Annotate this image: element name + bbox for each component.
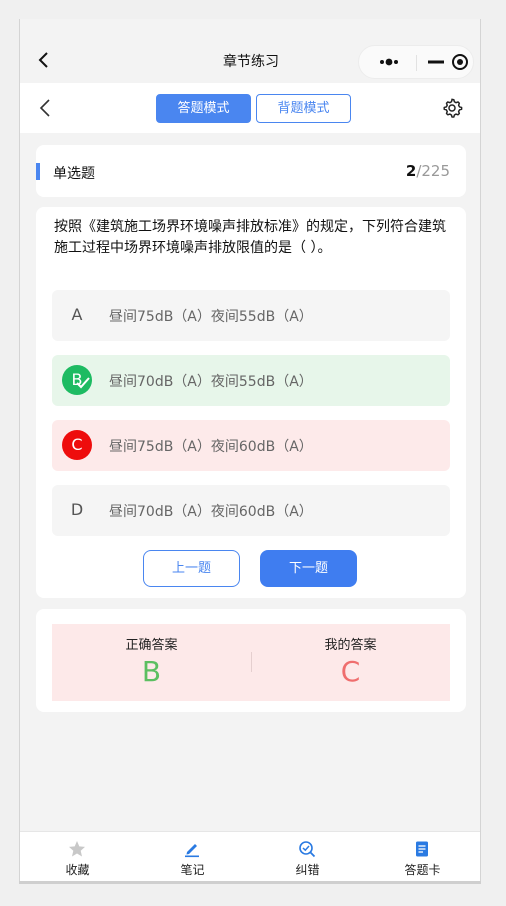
- correct-answer-label: 正确答案: [125, 638, 178, 653]
- mode-bar: 答题模式 背题模式: [20, 83, 480, 133]
- option-letter: A: [71, 305, 83, 324]
- total-questions: /225: [416, 162, 450, 180]
- search-correct-icon: [299, 841, 316, 858]
- current-question-number: 2: [405, 162, 417, 180]
- my-answer-label: 我的答案: [324, 638, 377, 653]
- option-text: 昼间70dB（A）夜间60dB（A）: [109, 504, 313, 520]
- option-c[interactable]: C 昼间75dB（A）夜间60dB（A）: [52, 420, 450, 471]
- tab-notes[interactable]: 笔记: [135, 832, 250, 883]
- question-card: 按照《建筑施工场界环境噪声排放标准》的规定，下列符合建筑施工过程中场界环境噪声排…: [36, 207, 466, 598]
- correct-answer-column: 正确答案 B: [52, 634, 251, 689]
- close-target-icon[interactable]: [449, 46, 471, 78]
- tab-answer-card[interactable]: 答题卡: [365, 832, 480, 883]
- answer-result-card: 正确答案 B 我的答案 C: [36, 609, 466, 712]
- option-text: 昼间70dB（A）夜间55dB（A）: [109, 374, 313, 390]
- correct-answer-value: B: [141, 655, 162, 688]
- navigation-bar: 章节练习: [20, 19, 480, 83]
- tab-error-report[interactable]: 纠错: [250, 832, 365, 883]
- tab-label: 收藏: [65, 863, 90, 877]
- tab-label: 笔记: [180, 863, 205, 877]
- question-type-label: 单选题: [53, 166, 95, 182]
- more-dots-icon[interactable]: [371, 46, 407, 78]
- option-letter: D: [70, 500, 84, 519]
- answer-mode-tab[interactable]: 答题模式: [156, 94, 251, 123]
- previous-question-button[interactable]: 上一题: [143, 550, 240, 587]
- capsule-divider: [416, 55, 417, 71]
- minimize-icon[interactable]: [425, 46, 447, 78]
- accent-bar: [36, 163, 40, 180]
- star-icon: [69, 841, 85, 857]
- back-chevron-icon[interactable]: [38, 99, 52, 117]
- recite-mode-tab[interactable]: 背题模式: [256, 94, 351, 123]
- answer-result-panel: 正确答案 B 我的答案 C: [52, 624, 450, 701]
- tab-label: 纠错: [295, 863, 320, 877]
- next-question-button[interactable]: 下一题: [260, 550, 357, 587]
- tab-label: 答题卡: [404, 863, 441, 877]
- option-letter: C: [62, 430, 92, 460]
- my-answer-value: C: [340, 655, 361, 688]
- option-a[interactable]: A 昼间75dB（A）夜间55dB（A）: [52, 290, 450, 341]
- option-d[interactable]: D 昼间70dB（A）夜间60dB（A）: [52, 485, 450, 536]
- question-progress: 2/225: [406, 162, 450, 180]
- answer-card-icon: [416, 841, 428, 857]
- check-mark-icon: [76, 377, 90, 389]
- bottom-tab-bar: 收藏 笔记 纠错 答题卡: [20, 831, 480, 883]
- option-text: 昼间75dB（A）夜间60dB（A）: [109, 439, 313, 455]
- option-text: 昼间75dB（A）夜间55dB（A）: [109, 309, 313, 325]
- tab-favorite[interactable]: 收藏: [20, 832, 135, 883]
- frame-bottom-shadow: [19, 881, 481, 884]
- pencil-icon: [185, 844, 199, 858]
- mini-program-capsule: [358, 45, 474, 79]
- my-answer-column: 我的答案 C: [251, 634, 450, 689]
- question-type-card: 单选题 2/225: [36, 145, 466, 197]
- phone-frame: 章节练习 答题模式 背题模式 单选题 2/225 按照《建筑施工场界环境噪声排放…: [19, 19, 481, 883]
- question-text: 按照《建筑施工场界环境噪声排放标准》的规定，下列符合建筑施工过程中场界环境噪声排…: [54, 219, 446, 256]
- settings-gear-icon[interactable]: [441, 97, 463, 119]
- option-b[interactable]: B 昼间70dB（A）夜间55dB（A）: [52, 355, 450, 406]
